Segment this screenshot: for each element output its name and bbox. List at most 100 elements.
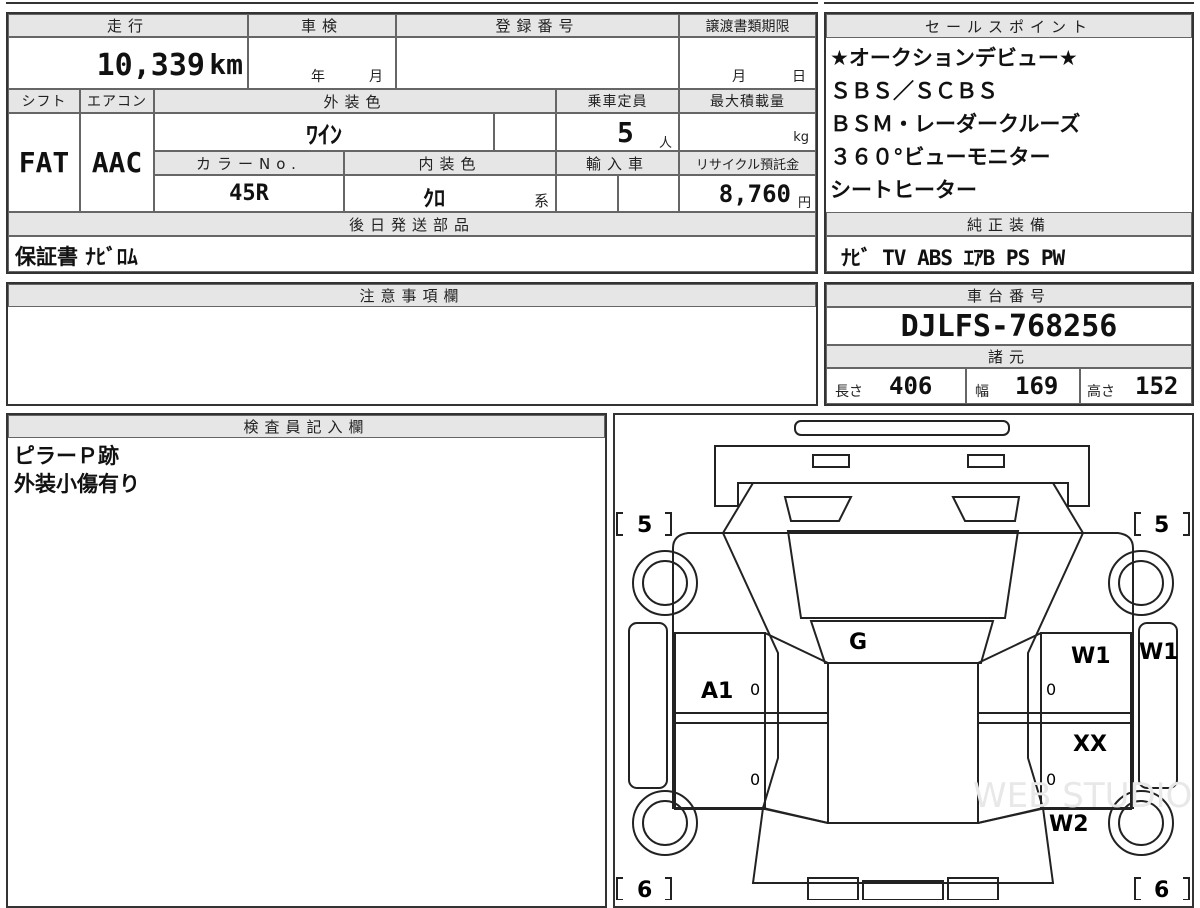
front-bumper (714, 445, 1090, 507)
interior-value: ｸﾛ (423, 187, 446, 212)
capacity-value: 5 (617, 116, 634, 149)
tire-fl-mark: 5 (637, 513, 652, 538)
capacity-header: 乗車定員 (556, 89, 679, 113)
height-cell: 高さ 152 (1080, 368, 1192, 404)
shift-value: FAT (18, 146, 70, 179)
length-label: 長さ (835, 384, 863, 400)
sales-point-line-4: ３６０°ビューモニター (830, 145, 1051, 169)
rear-light-left (807, 877, 859, 900)
shift-cell: FAT (8, 113, 80, 212)
bracket-fl-right (665, 512, 672, 536)
width-value: 169 (1015, 372, 1059, 400)
wheel-rear-left-rim (642, 800, 688, 846)
door-digit-lr: 0 (750, 770, 760, 789)
length-value: 406 (889, 372, 933, 400)
equipment-value: ﾅﾋﾞ TV ABS ｴｱB PS PW (841, 246, 1065, 270)
ac-cell: AAC (80, 113, 154, 212)
sales-point-line-1: ★オークションデビュー★ (830, 46, 1078, 70)
recycle-value: 8,760 (718, 180, 791, 208)
roof (827, 662, 979, 824)
right-body (1027, 532, 1134, 809)
registration-cell (396, 37, 679, 89)
inspector-header: 検査員記入欄 (8, 415, 605, 438)
wheel-front-left-rim (642, 560, 688, 606)
length-cell: 長さ 406 (826, 368, 966, 404)
transfer-month: 月 (732, 69, 746, 85)
inspection-month: 月 (369, 69, 383, 85)
exterior-value: ﾜｲﾝ (306, 120, 342, 149)
mileage-value: 10,339 (96, 48, 205, 83)
chassis-header: 車台番号 (826, 284, 1192, 307)
mark-right-door-front: W1 (1071, 644, 1111, 669)
capacity-unit: 人 (658, 136, 672, 151)
exterior-cell: ﾜｲﾝ (154, 113, 494, 151)
inspection-cell: 年 月 (248, 37, 396, 89)
capacity-cell: 5 人 (556, 113, 679, 151)
load-header: 最大積載量 (679, 89, 816, 113)
transfer-day: 日 (792, 69, 806, 85)
sales-points-header: セールスポイント (826, 14, 1192, 38)
sales-point-line-3: ＢＳＭ・レーダークルーズ (830, 112, 1081, 136)
hood (721, 482, 1085, 534)
top-right-cut-strip (824, 0, 1194, 4)
tire-rl-mark: 6 (637, 878, 652, 900)
inspector-note-1: ピラーＰ跡 (14, 444, 119, 468)
windshield (786, 530, 1020, 619)
recycle-unit: 円 (797, 196, 811, 211)
bracket-rl-right (665, 877, 672, 900)
rear-light-right (947, 877, 999, 900)
load-unit: kg (793, 130, 809, 145)
later-parts-header: 後日発送部品 (8, 212, 816, 236)
inspector-note-2: 外装小傷有り (14, 472, 140, 496)
mark-right-door-rear: XX (1073, 732, 1107, 757)
later-parts-cell: 保証書 ﾅﾋﾞﾛﾑ (8, 236, 816, 272)
import-header: 輸入車 (556, 151, 679, 175)
inspector-notes: ピラーＰ跡 外装小傷有り (14, 442, 594, 498)
load-cell: kg (679, 113, 816, 151)
transfer-header: 譲渡書類期限 (679, 14, 816, 37)
equipment-cell: ﾅﾋﾞ TV ABS ｴｱB PS PW (826, 236, 1192, 272)
sales-point-line-5: シートヒーター (830, 178, 977, 202)
mileage-header: 走行 (8, 14, 248, 37)
front-grille-left (812, 454, 850, 468)
sales-points-list: ★オークションデビュー★ ＳＢＳ／ＳＣＢＳ ＢＳＭ・レーダークルーズ ３６０°ビ… (830, 42, 1190, 212)
bracket-rr-left (1134, 877, 1141, 900)
door-digit-rf: 0 (1046, 680, 1056, 699)
left-front-door (674, 632, 766, 724)
tire-rr-mark: 6 (1154, 878, 1169, 900)
sales-point-line-2: ＳＢＳ／ＳＣＢＳ (830, 79, 998, 103)
front-grille-right (967, 454, 1005, 468)
rear-body (751, 806, 1055, 884)
mileage-cell: 10,339 km (8, 37, 248, 89)
mark-right-pillar: W1 (1139, 640, 1179, 665)
mileage-unit: km (209, 48, 243, 81)
bracket-rr-right (1183, 877, 1190, 900)
front-bumper-top (794, 420, 1010, 436)
car-diagram: WEB STUDIO 5 5 6 6 G A1 W1 W1 XX W2 0 0 … (616, 420, 1192, 900)
diagram-watermark: WEB STUDIO (973, 776, 1192, 816)
recycle-header: リサイクル預託金 (679, 151, 816, 175)
width-cell: 幅 169 (966, 368, 1080, 404)
interior-cell: ｸﾛ 系 (344, 175, 556, 212)
mark-right-quarter: W2 (1049, 812, 1089, 837)
top-cut-strip (6, 0, 818, 4)
mark-left-door: A1 (701, 679, 733, 704)
shift-header: シフト (8, 89, 80, 113)
height-label: 高さ (1087, 384, 1115, 400)
import-cell-b (618, 175, 679, 212)
headlight-left (783, 496, 853, 522)
dimensions-header: 諸元 (826, 345, 1192, 368)
left-a-pillar (764, 632, 829, 664)
bracket-fr-right (1183, 512, 1190, 536)
tire-fr-mark: 5 (1154, 513, 1169, 538)
headlight-right (951, 496, 1021, 522)
bracket-fl-left (616, 512, 623, 536)
door-digit-rr: 0 (1046, 770, 1056, 789)
import-cell-a (556, 175, 618, 212)
registration-header: 登録番号 (396, 14, 679, 37)
width-label: 幅 (975, 384, 989, 400)
later-parts-value: 保証書 ﾅﾋﾞﾛﾑ (15, 245, 138, 269)
mark-windshield: G (849, 630, 867, 655)
color-no-header: カラーNo. (154, 151, 344, 175)
chassis-cell: DJLFS-768256 (826, 307, 1192, 345)
